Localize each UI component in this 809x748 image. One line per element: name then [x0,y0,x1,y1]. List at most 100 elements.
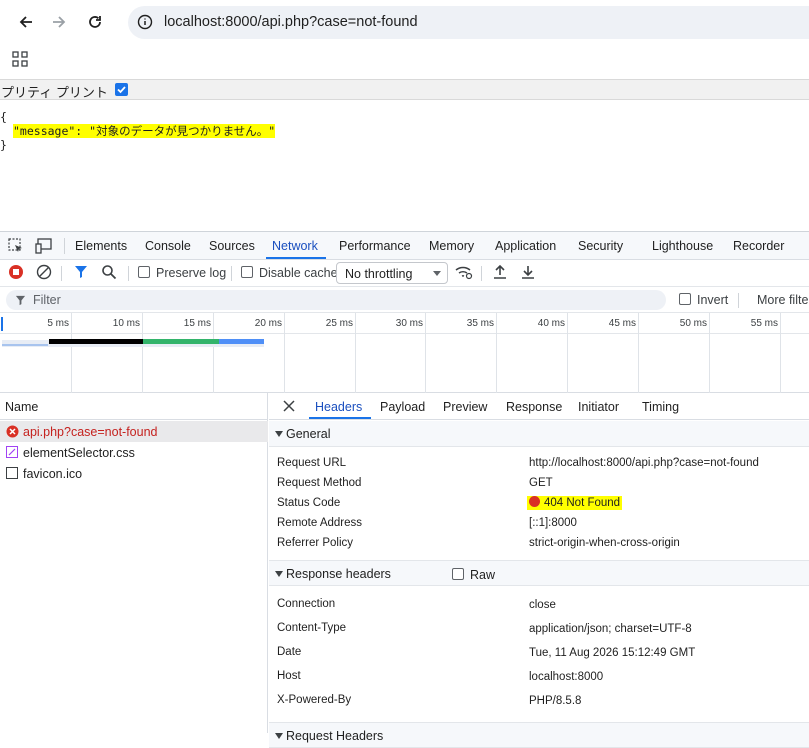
apps-button[interactable] [12,51,28,70]
general-section-header[interactable]: General [269,421,809,447]
status-code-value[interactable]: 404 Not Found [527,496,623,510]
network-overview-timeline[interactable]: 5 ms 10 ms 15 ms 20 ms 25 ms 30 ms 35 ms 40 ms 4… [0,313,809,393]
preserve-log-checkbox[interactable] [138,266,150,278]
pretty-print-label: プリティ プリント [1,85,108,100]
tab-headers[interactable]: Headers [315,400,362,414]
detail-tabbar: Headers Payload Preview Response Initiat… [269,393,809,420]
divider [61,266,62,281]
name-column-header[interactable]: Name [0,393,268,420]
chevron-down-icon [433,271,441,276]
error-icon [6,425,19,438]
header-value[interactable]: localhost:8000 [529,671,603,683]
address-bar[interactable]: localhost:8000/api.php?case=not-found [128,6,809,39]
timeline-tick-label: 15 ms [183,318,211,329]
tab-response[interactable]: Response [506,400,562,414]
header-value[interactable]: application/json; charset=UTF-8 [529,623,692,635]
filter-input[interactable]: Filter [6,290,666,310]
disable-cache-label[interactable]: Disable cache [259,266,338,280]
request-headers-section-header[interactable]: Request Headers [269,722,809,748]
header-key: Remote Address [277,517,363,529]
raw-label[interactable]: Raw [470,568,495,582]
raw-checkbox[interactable] [452,568,464,580]
network-conditions-icon[interactable] [455,264,473,280]
timeline-gridline [213,313,214,393]
request-row[interactable]: elementSelector.css [0,442,268,463]
header-value[interactable]: PHP/8.5.8 [529,695,581,707]
invert-label[interactable]: Invert [697,293,728,307]
tab-payload[interactable]: Payload [380,400,425,414]
device-toolbar-icon[interactable] [35,238,53,254]
disable-cache-checkbox[interactable] [241,266,253,278]
header-key: Host [277,670,301,682]
request-row[interactable]: favicon.ico [0,463,268,484]
pretty-print-checkbox[interactable] [115,83,128,96]
devtools-tabbar: Elements Console Sources Network Perform… [0,232,809,260]
timeline-gridline [638,313,639,393]
tab-lighthouse[interactable]: Lighthouse [652,239,713,253]
response-headers-section-header[interactable]: Response headers Raw [269,560,809,586]
header-key: Request Method [277,477,362,489]
request-row[interactable]: api.php?case=not-found [0,421,268,442]
tab-memory[interactable]: Memory [429,239,474,253]
tab-elements[interactable]: Elements [75,239,127,253]
close-icon[interactable] [283,400,295,412]
timeline-gridline [71,313,72,393]
timeline-bar-resource [219,339,264,344]
tab-security[interactable]: Security [578,239,623,253]
preserve-log-label[interactable]: Preserve log [156,266,226,280]
tab-application[interactable]: Application [495,239,556,253]
throttling-select[interactable]: No throttling [336,262,448,284]
request-name: favicon.ico [23,467,83,481]
tab-preview[interactable]: Preview [443,400,487,414]
download-icon[interactable] [520,264,536,280]
header-value[interactable]: [::1]:8000 [529,517,577,529]
tab-initiator[interactable]: Initiator [578,400,619,414]
timeline-bar-download [143,339,219,344]
timeline-header-line [0,333,809,334]
more-filters-button[interactable]: More filte [757,293,808,307]
header-value[interactable]: close [529,599,556,611]
status-highlight: 404 Not Found [527,496,623,510]
timeline-tick-label: 50 ms [679,318,707,329]
response-headers-title: Response headers [286,567,391,581]
header-value[interactable]: http://localhost:8000/api.php?case=not-f… [529,457,759,469]
json-message-line: "message": "対象のデータが見つかりません。" [13,124,276,138]
divider [231,266,232,281]
info-icon[interactable] [137,14,153,30]
header-value[interactable]: strict-origin-when-cross-origin [529,537,680,549]
upload-icon[interactable] [492,264,508,280]
timeline-tick-label: 25 ms [325,318,353,329]
tab-timing[interactable]: Timing [642,400,679,414]
header-value[interactable]: Tue, 11 Aug 2026 15:12:49 GMT [529,647,695,659]
network-toolbar: Preserve log Disable cache No throttling [0,260,809,287]
timeline-tick-label: 35 ms [466,318,494,329]
filter-funnel-icon [15,295,26,306]
general-section-title: General [286,427,331,441]
header-value[interactable]: GET [529,477,553,489]
timeline-tick-label: 30 ms [395,318,423,329]
tab-recorder[interactable]: Recorder [733,239,784,253]
arrow-right-icon [53,16,66,28]
back-button[interactable] [14,10,38,34]
inspect-element-icon[interactable] [8,238,24,254]
header-key: Content-Type [277,622,347,634]
record-stop-icon[interactable] [8,264,24,280]
tab-performance[interactable]: Performance [339,239,411,253]
url-text[interactable]: localhost:8000/api.php?case=not-found [164,14,418,30]
search-icon[interactable] [101,264,117,280]
header-key: Referrer Policy [277,537,354,549]
filter-icon[interactable] [73,264,89,280]
clear-icon[interactable] [36,264,52,280]
invert-checkbox[interactable] [679,293,691,305]
tab-network[interactable]: Network [272,239,318,253]
json-open-brace: { [0,110,7,124]
forward-button[interactable] [47,10,71,34]
reload-button[interactable] [83,10,107,34]
timeline-gridline [496,313,497,393]
tab-sources[interactable]: Sources [209,239,255,253]
timeline-tick-label: 20 ms [254,318,282,329]
divider [128,266,129,281]
tab-console[interactable]: Console [145,239,191,253]
timeline-tick-label: 55 ms [750,318,778,329]
status-error-dot-icon [529,496,540,507]
